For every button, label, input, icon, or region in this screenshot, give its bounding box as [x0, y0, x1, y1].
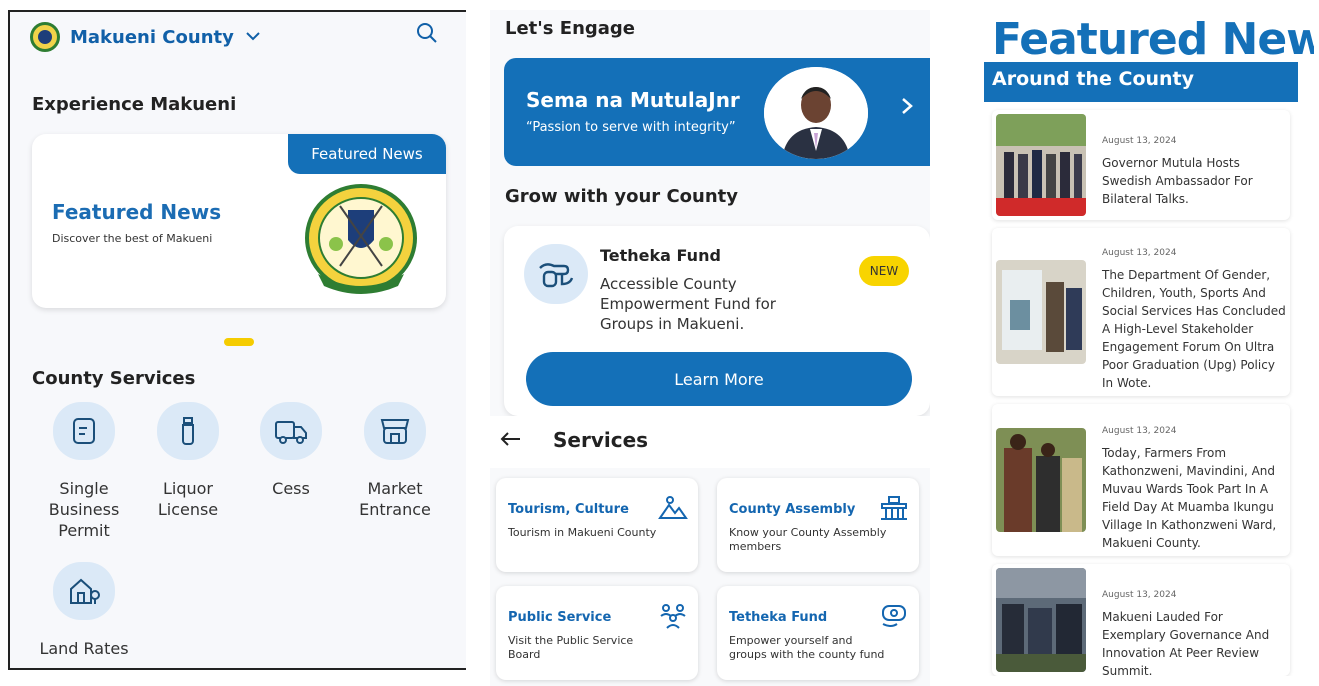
banner-title: Sema na MutulaJnr: [526, 88, 740, 112]
engage-title: Let's Engage: [505, 18, 636, 39]
service-market-entrance[interactable]: Market Entrance: [347, 402, 443, 520]
tetheka-fund-card: Tetheka Fund Accessible County Empowerme…: [504, 226, 930, 416]
news-thumbnail: [996, 260, 1086, 364]
news-headline: Governor Mutula Hosts Swedish Ambassador…: [1102, 156, 1253, 206]
banner-subtitle: “Passion to serve with integrity”: [526, 120, 736, 135]
news-item[interactable]: August 13, 2024 Today, Farmers From Kath…: [992, 404, 1290, 556]
back-arrow-icon[interactable]: [500, 428, 522, 452]
service-label: Land Rates: [39, 639, 129, 658]
services-header: Services: [490, 416, 930, 468]
news-date: August 13, 2024: [1102, 136, 1177, 146]
grow-title: Grow with your County: [505, 186, 738, 207]
card-description: Tourism in Makueni County: [508, 526, 657, 539]
news-date: August 13, 2024: [1102, 426, 1177, 436]
around-county-label: Around the County: [992, 68, 1195, 90]
service-card-county-assembly[interactable]: County Assembly Know your County Assembl…: [717, 478, 919, 572]
news-thumbnail: [996, 568, 1086, 672]
card-description: Know your County Assembly members: [729, 526, 887, 553]
card-description: Empower yourself and groups with the cou…: [729, 634, 885, 661]
carousel-indicator[interactable]: [224, 338, 254, 346]
service-label: Single Business Permit: [48, 479, 120, 540]
people-group-icon: [658, 602, 688, 630]
news-item[interactable]: August 13, 2024 Makueni Lauded For Exemp…: [992, 564, 1290, 676]
news-thumbnail: [996, 114, 1086, 216]
document-icon: [53, 402, 115, 460]
house-pin-icon: [53, 562, 115, 620]
hero-subtitle: Discover the best of Makueni: [52, 232, 213, 245]
county-logo-icon: [30, 22, 60, 52]
chevron-right-icon[interactable]: [900, 96, 914, 122]
featured-news-screen: Featured News Around the County August 1…: [984, 10, 1314, 676]
service-card-public-service[interactable]: Public Service Visit the Public Service …: [496, 586, 698, 680]
county-services-title: County Services: [32, 368, 196, 389]
hero-title: Featured News: [52, 200, 222, 224]
chevron-down-icon: [246, 29, 260, 45]
featured-news-tab[interactable]: Featured News: [288, 134, 446, 174]
new-badge: NEW: [859, 256, 909, 286]
card-description: Visit the Public Service Board: [508, 634, 634, 661]
parliament-icon: [879, 494, 909, 522]
news-item[interactable]: August 13, 2024 Governor Mutula Hosts Sw…: [992, 110, 1290, 220]
service-label: Cess: [272, 479, 310, 498]
search-icon[interactable]: [416, 22, 438, 44]
card-title: County Assembly: [729, 502, 856, 517]
money-hand-icon: [879, 602, 909, 630]
featured-news-title: Featured News: [992, 14, 1314, 65]
fund-title: Tetheka Fund: [600, 246, 721, 265]
market-stall-icon: [364, 402, 426, 460]
mountains-icon: [658, 494, 688, 522]
county-seal-icon: [300, 182, 422, 300]
news-headline: The Department Of Gender, Children, Yout…: [1102, 268, 1286, 390]
news-headline: Makueni Lauded For Exemplary Governance …: [1102, 610, 1270, 676]
featured-news-card[interactable]: Featured News Featured News Discover the…: [32, 134, 446, 308]
service-cess[interactable]: Cess: [243, 402, 339, 499]
service-card-tetheka-fund[interactable]: Tetheka Fund Empower yourself and groups…: [717, 586, 919, 680]
card-title: Public Service: [508, 610, 612, 625]
bottle-icon: [157, 402, 219, 460]
service-label: Liquor License: [157, 479, 219, 519]
news-date: August 13, 2024: [1102, 590, 1177, 600]
service-card-tourism[interactable]: Tourism, Culture Tourism in Makueni Coun…: [496, 478, 698, 572]
engage-screen: Let's Engage Sema na MutulaJnr “Passion …: [490, 10, 930, 686]
service-land-rates[interactable]: Land Rates: [36, 562, 132, 659]
services-title: Services: [553, 428, 649, 452]
county-name: Makueni County: [70, 26, 234, 48]
governor-banner[interactable]: Sema na MutulaJnr “Passion to serve with…: [504, 58, 930, 166]
news-headline: Today, Farmers From Kathonzweni, Mavindi…: [1102, 446, 1277, 550]
fund-description: Accessible County Empowerment Fund for G…: [600, 275, 776, 333]
card-title: Tourism, Culture: [508, 502, 629, 517]
around-county-bar: Around the County: [984, 62, 1298, 102]
experience-title: Experience Makueni: [32, 94, 237, 115]
screenshot-collage: Makueni County Experience Makueni Featur…: [0, 0, 1319, 686]
news-item[interactable]: August 13, 2024 The Department Of Gender…: [992, 228, 1290, 396]
home-screen: Makueni County Experience Makueni Featur…: [8, 10, 466, 670]
card-title: Tetheka Fund: [729, 610, 828, 625]
service-single-business-permit[interactable]: Single Business Permit: [36, 402, 132, 541]
news-thumbnail: [996, 428, 1086, 532]
money-hand-icon: [524, 244, 588, 304]
service-label: Market Entrance: [359, 479, 431, 519]
truck-icon: [260, 402, 322, 460]
learn-more-button[interactable]: Learn More: [526, 352, 912, 406]
county-selector[interactable]: Makueni County: [30, 22, 260, 52]
news-date: August 13, 2024: [1102, 248, 1177, 258]
governor-avatar: [764, 67, 868, 159]
service-liquor-license[interactable]: Liquor License: [140, 402, 236, 520]
